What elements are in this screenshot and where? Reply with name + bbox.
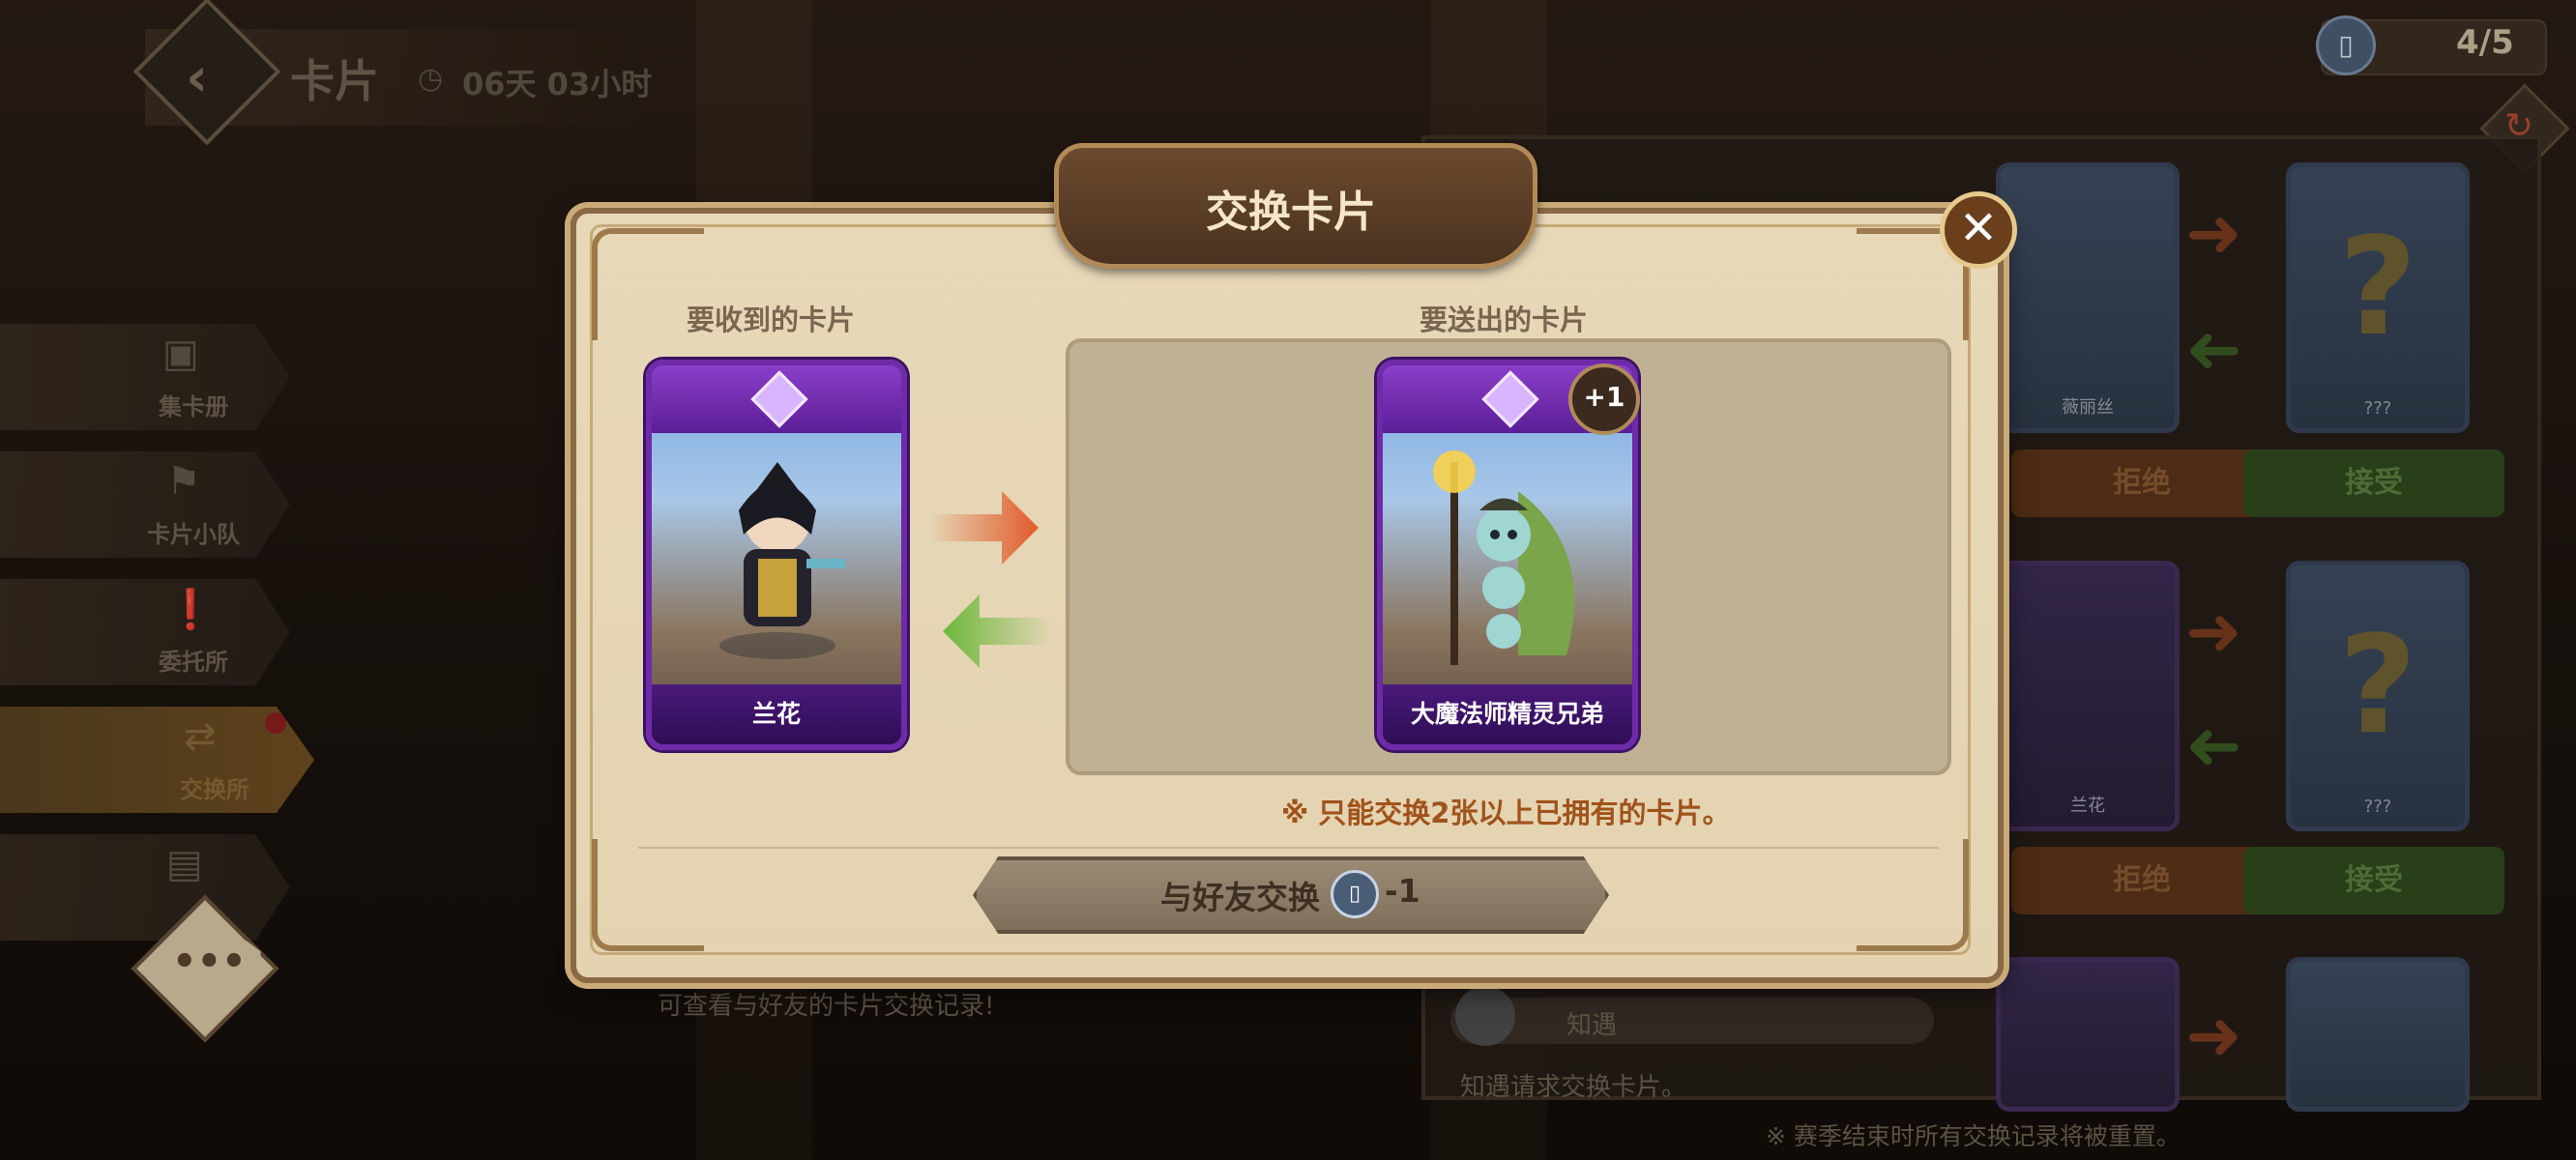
hero-portrait — [1433, 450, 1575, 665]
exchange-rule-note: ※ 只能交换2张以上已拥有的卡片。 — [1281, 797, 1731, 829]
hero-portrait — [719, 462, 845, 659]
card-name: 大魔法师精灵兄弟 — [1383, 684, 1632, 744]
exchange-button-label: 与好友交换 — [1160, 879, 1320, 916]
arrow-left-icon — [943, 594, 1051, 668]
receive-label: 要收到的卡片 — [687, 304, 856, 336]
exchange-cost: -1 — [1385, 872, 1420, 910]
dialog-title: 交换卡片 — [1206, 188, 1376, 237]
send-label: 要送出的卡片 — [1420, 304, 1589, 336]
receive-card[interactable]: 兰花 — [646, 360, 907, 750]
exchange-ticket-icon: ▯ — [1331, 870, 1379, 918]
corner-ornament — [1857, 839, 1969, 951]
close-button[interactable]: ✕ — [1940, 191, 2017, 269]
arrow-right-icon — [930, 491, 1039, 565]
close-icon: ✕ — [1958, 201, 1999, 255]
corner-ornament — [592, 839, 704, 951]
divider — [638, 847, 1939, 849]
card-name: 兰花 — [652, 684, 901, 744]
quantity-badge: +1 — [1568, 363, 1640, 435]
